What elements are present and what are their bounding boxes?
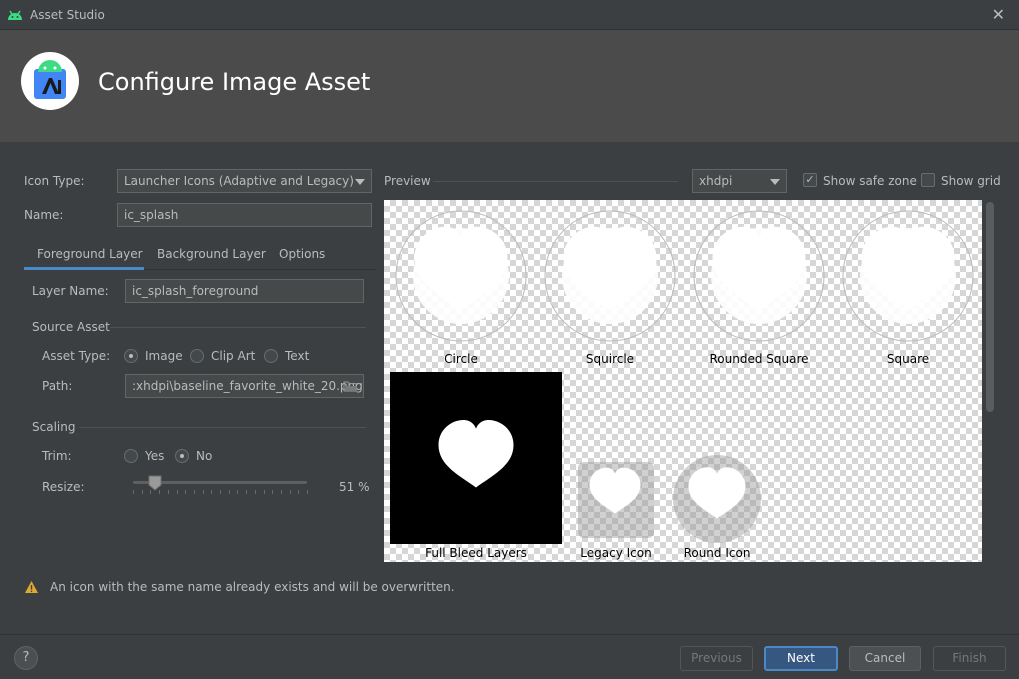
legacy-icon-preview [578, 462, 654, 538]
name-value: ic_splash [124, 208, 179, 222]
resize-value: 51 % [339, 480, 370, 494]
icon-type-value: Launcher Icons (Adaptive and Legacy) [124, 174, 354, 188]
rounded-square-preview [693, 210, 825, 342]
path-input[interactable]: :xhdpi\baseline_favorite_white_20.png [125, 374, 364, 398]
squircle-preview [544, 210, 676, 342]
icon-type-label: Icon Type: [24, 174, 85, 188]
path-value: :xhdpi\baseline_favorite_white_20.png [132, 379, 363, 393]
caption-legacy-icon: Legacy Icon [580, 546, 652, 560]
trim-yes-radio[interactable] [124, 449, 138, 463]
density-value: xhdpi [699, 174, 733, 188]
name-label: Name: [24, 208, 64, 222]
scaling-heading: Scaling [32, 420, 76, 434]
warning-message: An icon with the same name already exist… [50, 580, 455, 594]
title-bar: Asset Studio ✕ [0, 0, 1019, 30]
circle-preview [395, 210, 527, 342]
layer-name-value: ic_splash_foreground [132, 284, 259, 298]
chevron-down-icon [355, 179, 365, 185]
asset-type-label: Asset Type: [42, 349, 111, 363]
chevron-down-icon [770, 179, 780, 185]
source-asset-divider [110, 327, 366, 328]
layer-name-input[interactable]: ic_splash_foreground [125, 279, 364, 303]
folder-icon[interactable] [343, 380, 358, 392]
preview-icons [390, 210, 974, 544]
show-grid-label: Show grid [941, 174, 1001, 188]
android-icon [8, 10, 22, 20]
source-asset-heading: Source Asset [32, 320, 110, 334]
preview-divider [433, 181, 678, 182]
cancel-button[interactable]: Cancel [849, 646, 921, 671]
warning-icon [25, 581, 38, 593]
tab-background-layer[interactable]: Background Layer [157, 247, 266, 261]
resize-slider-ticks [133, 490, 308, 496]
show-safe-zone-label: Show safe zone [823, 174, 917, 188]
icon-type-dropdown[interactable]: Launcher Icons (Adaptive and Legacy) [117, 169, 372, 193]
trim-no-label: No [196, 449, 213, 463]
asset-type-clip-art-radio[interactable] [190, 349, 204, 363]
page-title: Configure Image Asset [98, 68, 371, 96]
resize-slider-thumb[interactable] [148, 475, 162, 491]
density-dropdown[interactable]: xhdpi [692, 169, 787, 193]
caption-circle: Circle [444, 352, 478, 366]
trim-no-radio[interactable] [175, 449, 189, 463]
show-grid-checkbox[interactable] [921, 173, 935, 187]
asset-type-text-radio[interactable] [264, 349, 278, 363]
asset-studio-icon [34, 60, 66, 99]
preview-scrollbar-thumb[interactable] [986, 202, 994, 412]
asset-type-text-label: Text [285, 349, 310, 363]
preview-scrollbar[interactable] [984, 200, 996, 562]
asset-type-image-radio[interactable] [124, 349, 138, 363]
finish-button[interactable]: Finish [933, 646, 1006, 671]
name-input[interactable]: ic_splash [117, 203, 372, 227]
round-icon-preview [673, 455, 761, 543]
asset-studio-logo [21, 52, 79, 110]
tab-options[interactable]: Options [279, 247, 325, 261]
scaling-divider [79, 427, 366, 428]
square-preview [842, 210, 974, 342]
active-tab-indicator [24, 267, 144, 270]
full-bleed-preview [390, 372, 562, 544]
close-icon[interactable]: ✕ [992, 5, 1005, 24]
caption-square: Square [886, 352, 930, 366]
preview-label: Preview [384, 174, 431, 188]
path-label: Path: [42, 379, 73, 393]
resize-label: Resize: [42, 480, 85, 494]
tab-foreground-layer[interactable]: Foreground Layer [37, 247, 143, 261]
preview-canvas: Circle Squircle Rounded Square Square Fu… [384, 200, 982, 562]
wizard-header: Configure Image Asset [0, 30, 1019, 142]
previous-button[interactable]: Previous [680, 646, 753, 671]
asset-type-clip-art-label: Clip Art [211, 349, 256, 363]
footer-divider [0, 634, 1019, 635]
caption-full-bleed-layers: Full Bleed Layers [425, 546, 527, 560]
next-button[interactable]: Next [764, 646, 838, 671]
trim-yes-label: Yes [145, 449, 165, 463]
trim-label: Trim: [42, 449, 72, 463]
caption-squircle: Squircle [585, 352, 635, 366]
layer-name-label: Layer Name: [32, 284, 109, 298]
show-safe-zone-checkbox[interactable]: ✓ [803, 173, 817, 187]
caption-rounded-square: Rounded Square [709, 352, 809, 366]
help-button[interactable]: ? [14, 646, 38, 670]
asset-type-image-label: Image [145, 349, 183, 363]
window-title: Asset Studio [30, 8, 105, 22]
caption-round-icon: Round Icon [683, 546, 751, 560]
